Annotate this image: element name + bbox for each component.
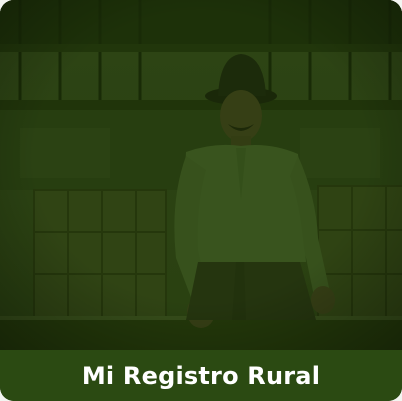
card-title: Mi Registro Rural (81, 361, 321, 390)
caption-bar: Mi Registro Rural (0, 350, 402, 401)
farmer-warehouse-photo (0, 0, 402, 350)
mi-registro-rural-card[interactable]: Mi Registro Rural (0, 0, 402, 401)
